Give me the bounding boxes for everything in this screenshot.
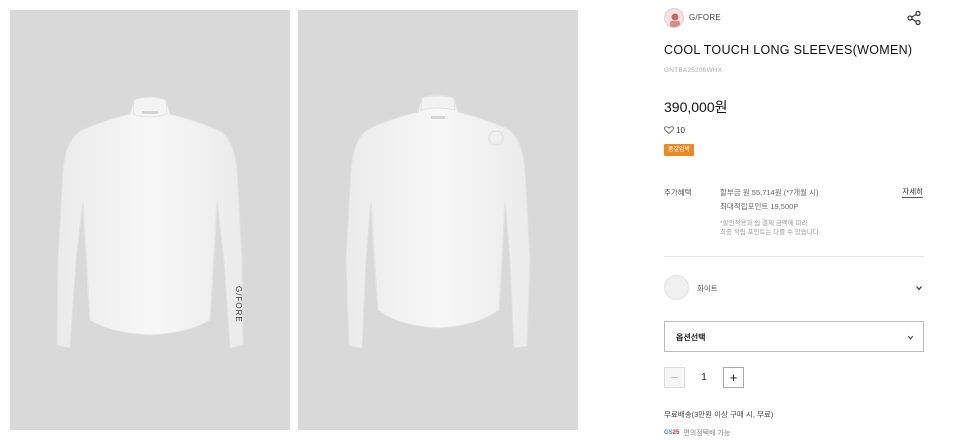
chevron-down-icon[interactable] (914, 283, 924, 293)
product-price: 390,000원 (664, 99, 728, 115)
status-badge: 품절임박 (664, 144, 695, 156)
product-image-back[interactable] (298, 10, 578, 430)
likes-count[interactable]: 10 (664, 125, 685, 135)
product-title: COOL TOUCH LONG SLEEVES(WOMEN) (664, 43, 913, 57)
product-info-panel: G/FORE COOL TOUCH LONG SLEEVES(WOMEN) GN… (664, 0, 924, 440)
likes-value: 10 (676, 125, 685, 135)
brand-name[interactable]: G/FORE (689, 13, 721, 22)
shipping-info: 무료배송(3만원 이상 구매 시, 무료) (664, 410, 774, 419)
gs25-logo-icon: GS25 (664, 430, 680, 436)
heart-icon (664, 126, 674, 134)
color-swatch[interactable] (664, 275, 689, 300)
brand-avatar-icon[interactable] (664, 8, 684, 28)
product-image-front[interactable]: G/FORE (10, 10, 290, 430)
gs25-delivery-row: GS25 편의점택배 가능 (664, 428, 730, 438)
quantity-value[interactable]: 1 (685, 367, 723, 388)
quantity-decrease-button[interactable]: − (664, 367, 685, 388)
chevron-down-icon (907, 335, 914, 340)
benefit-label: 추가혜택 (664, 188, 692, 197)
product-code: GNTBA25206WHX (664, 67, 723, 74)
brand-row: G/FORE (664, 8, 924, 30)
svg-text:G/FORE: G/FORE (234, 286, 243, 323)
section-divider (664, 256, 924, 257)
benefit-detail-link[interactable]: 자세히 (902, 187, 923, 198)
installment-info: 할부금 원 55,714원 (*7개월 시) (720, 188, 819, 197)
points-info: 최대적립포인트 19,500P (720, 202, 799, 211)
plus-icon: + (729, 370, 738, 385)
minus-icon: − (670, 370, 679, 385)
front-shirt-illustration: G/FORE (56, 96, 244, 349)
share-icon[interactable] (906, 10, 922, 26)
color-name: 화이트 (697, 284, 718, 293)
color-selector[interactable]: 화이트 (664, 275, 924, 301)
gs25-delivery-text: 편의점택배 가능 (683, 430, 731, 437)
option-select-label: 옵션선택 (676, 333, 706, 342)
option-select[interactable]: 옵션선택 (664, 321, 924, 352)
back-shirt-illustration (345, 94, 531, 349)
quantity-increase-button[interactable]: + (723, 367, 744, 388)
benefit-note-line2: 최종 적립 포인트는 다를 수 있습니다. (720, 229, 821, 236)
